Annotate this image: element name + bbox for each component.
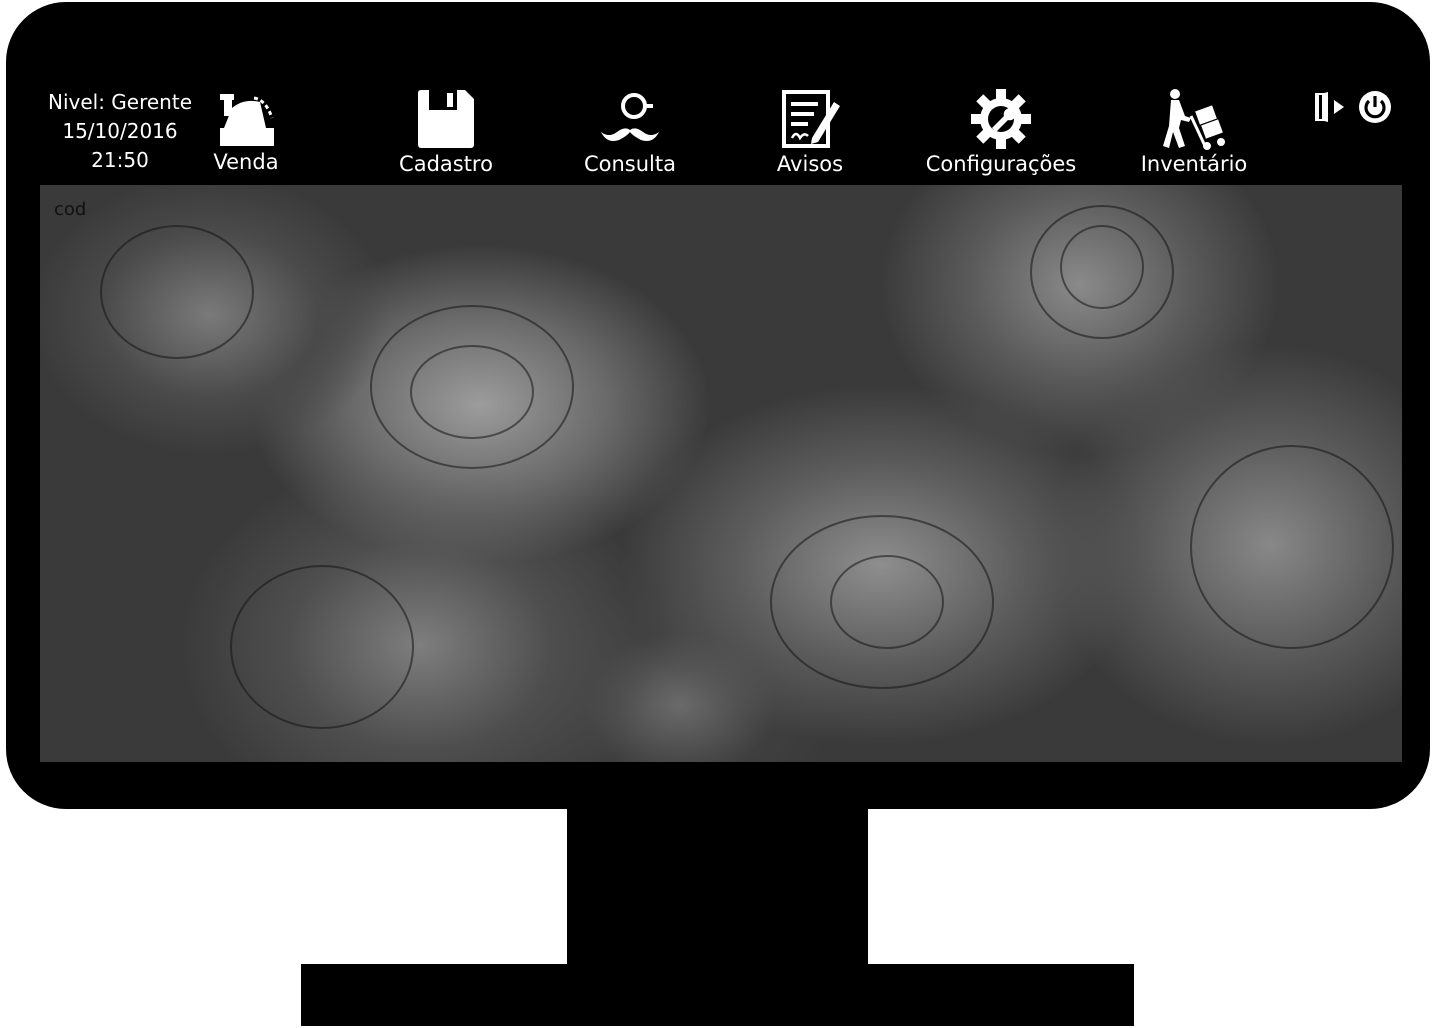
rose-petal-ring xyxy=(230,565,414,729)
current-time: 21:50 xyxy=(91,148,149,172)
nav-configuracoes[interactable]: Configurações xyxy=(924,88,1078,176)
user-level: Nivel: Gerente xyxy=(47,90,193,114)
gear-wrench-icon xyxy=(971,89,1031,149)
nav-configuracoes-label: Configurações xyxy=(925,152,1077,176)
nav-avisos[interactable]: Avisos xyxy=(774,88,846,176)
power-icon[interactable] xyxy=(1358,90,1392,124)
cash-register-icon xyxy=(220,94,274,146)
hand-truck-icon xyxy=(1163,89,1225,150)
nav-cadastro[interactable]: Cadastro xyxy=(394,88,498,176)
nav-venda-label: Venda xyxy=(213,150,279,174)
cod-label: cod xyxy=(54,199,87,220)
rose-petal-ring xyxy=(100,225,254,359)
nav-venda[interactable]: Venda xyxy=(206,88,286,174)
nav-consulta[interactable]: Consulta xyxy=(580,88,680,176)
rose-petal-ring xyxy=(830,555,944,649)
nav-inventario-label: Inventário xyxy=(1140,152,1248,176)
monitor-neck xyxy=(567,800,868,966)
rose-petal-ring xyxy=(1060,225,1144,309)
exit-door-icon[interactable] xyxy=(1312,90,1346,124)
nav-consulta-label: Consulta xyxy=(583,152,676,176)
nav-inventario[interactable]: Inventário xyxy=(1140,88,1248,176)
notepad-pen-icon xyxy=(782,90,840,148)
window-controls xyxy=(1312,90,1392,124)
rose-petal-ring xyxy=(410,345,534,439)
status-panel: Nivel: Gerente 15/10/2016 21:50 xyxy=(40,88,200,175)
floppy-disk-icon xyxy=(418,90,474,148)
disguise-mustache-icon xyxy=(601,93,659,141)
main-screen: cod xyxy=(40,185,1402,762)
current-date: 15/10/2016 xyxy=(62,119,178,143)
nav-avisos-label: Avisos xyxy=(776,152,844,176)
rose-petal-ring xyxy=(1190,445,1394,649)
nav-cadastro-label: Cadastro xyxy=(399,152,493,176)
monitor-base xyxy=(301,964,1134,1026)
